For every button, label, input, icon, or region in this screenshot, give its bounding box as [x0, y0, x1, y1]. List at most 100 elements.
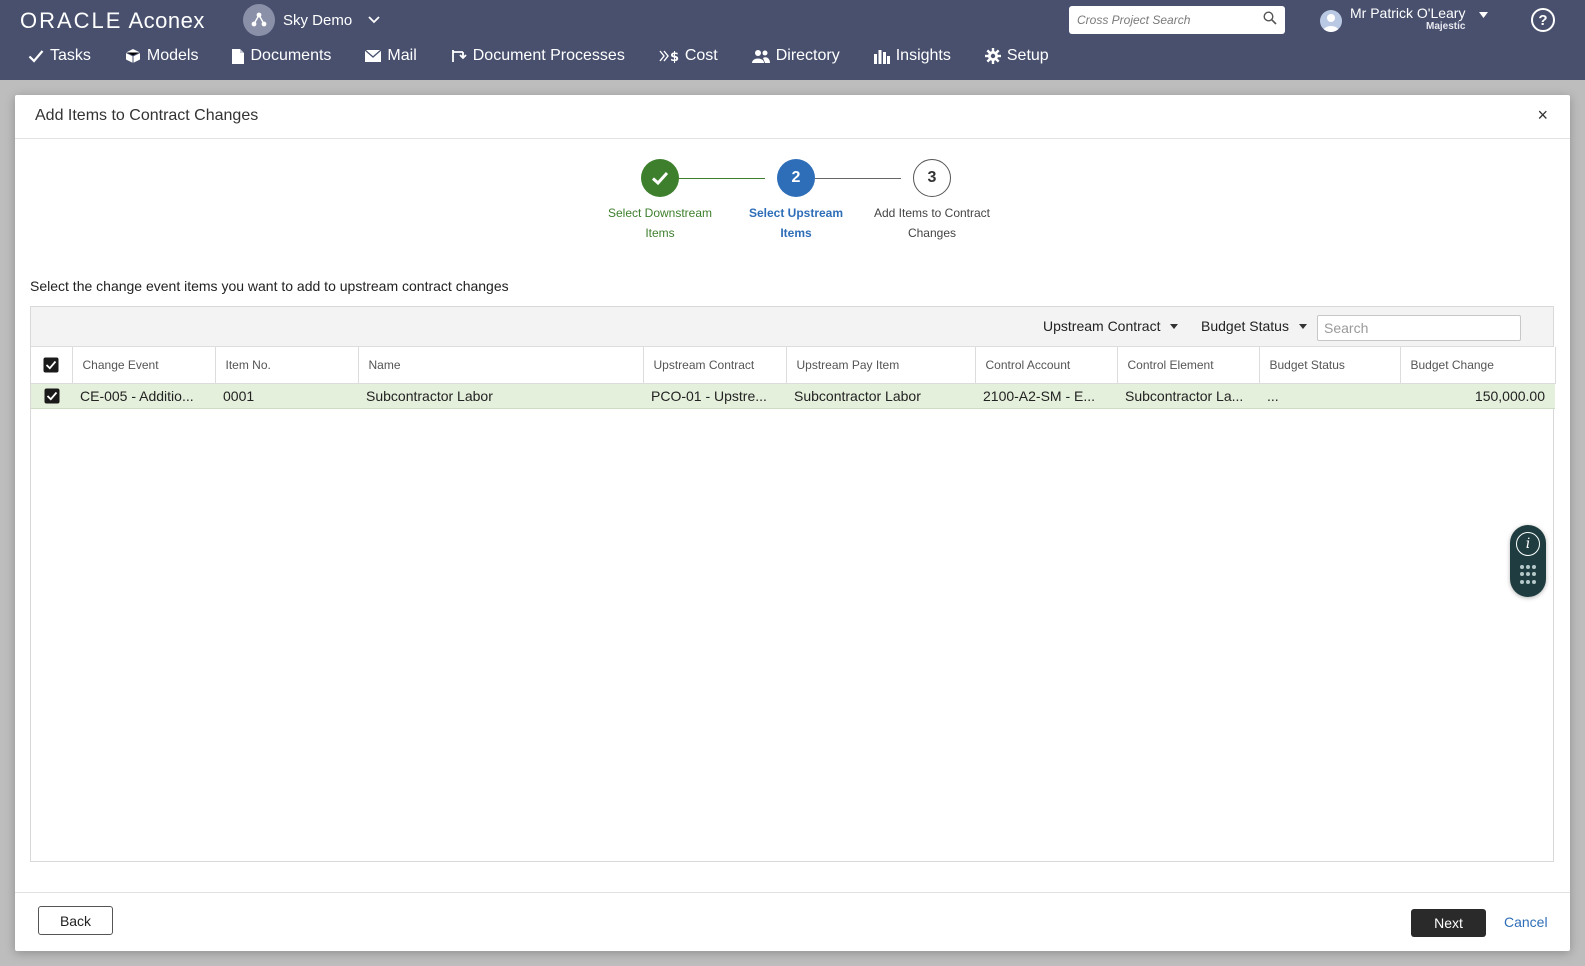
budget-status-filter-label: Budget Status: [1201, 318, 1289, 334]
project-network-icon: [243, 4, 275, 36]
checkbox-checked-icon: [43, 357, 59, 373]
step-3-label-line2: Changes: [907, 226, 957, 240]
cost-icon: $: [659, 49, 679, 63]
user-name: Mr Patrick O'Leary: [1350, 5, 1466, 21]
select-all-checkbox[interactable]: [31, 347, 73, 384]
document-icon: [232, 48, 245, 64]
cell-control-account: 2100-A2-SM - E...: [975, 383, 1117, 409]
nav-setup[interactable]: Setup: [984, 44, 1049, 68]
table-header-row: Change Event Item No. Name Upstream Cont…: [31, 347, 1556, 384]
nav-mail[interactable]: Mail: [365, 44, 417, 68]
cell-budget-status: ...: [1259, 383, 1400, 409]
info-icon[interactable]: i: [1516, 532, 1540, 556]
envelope-icon: [365, 50, 382, 62]
user-avatar-icon: [1320, 10, 1342, 32]
checkbox-checked-icon: [44, 388, 59, 404]
user-menu[interactable]: Mr Patrick O'Leary Majestic: [1320, 5, 1489, 32]
column-header-upstream-pay-item[interactable]: Upstream Pay Item: [786, 347, 976, 384]
cell-budget-change: 150,000.00: [1400, 383, 1555, 409]
bar-chart-icon: [873, 49, 890, 64]
grid-toolbar: Upstream Contract Budget Status: [31, 307, 1553, 347]
caret-down-icon: [1479, 10, 1489, 21]
step-3-label-line1: Add Items to Contract: [873, 206, 991, 220]
next-button[interactable]: Next: [1411, 909, 1486, 937]
checkmark-icon: [641, 159, 679, 197]
step-2-label-line1: Select Upstream: [748, 206, 844, 220]
dialog-footer: Back Next Cancel: [15, 892, 1570, 951]
nav-document-processes[interactable]: Document Processes: [451, 44, 625, 68]
workflow-icon: [451, 48, 467, 64]
nav-models[interactable]: Models: [125, 44, 199, 68]
instruction-text: Select the change event items you want t…: [30, 278, 509, 294]
help-icon[interactable]: ?: [1531, 8, 1555, 32]
nav-mail-label: Mail: [387, 47, 417, 64]
nav-directory[interactable]: Directory: [751, 44, 840, 68]
nav-cost[interactable]: $ Cost: [659, 44, 718, 68]
budget-status-filter[interactable]: Budget Status: [1201, 318, 1307, 334]
table-row[interactable]: CE-005 - Additio... 0001 Subcontractor L…: [31, 383, 1555, 409]
upstream-contract-filter-label: Upstream Contract: [1043, 318, 1161, 334]
nav-documents[interactable]: Documents: [232, 44, 331, 68]
cell-upstream-contract: PCO-01 - Upstre...: [643, 383, 786, 409]
dialog-header: Add Items to Contract Changes ×: [15, 95, 1570, 139]
step-select-downstream: Select Downstream Items: [590, 159, 730, 243]
caret-down-icon: [1170, 323, 1179, 329]
cell-item-no: 0001: [215, 383, 358, 409]
column-header-item-no[interactable]: Item No.: [215, 347, 359, 384]
nav-cost-label: Cost: [684, 47, 718, 64]
gear-icon: [984, 48, 1001, 64]
upstream-contract-filter[interactable]: Upstream Contract: [1043, 318, 1179, 334]
people-icon: [751, 49, 770, 63]
grid-search: [1317, 315, 1521, 341]
grid-search-input[interactable]: [1318, 316, 1520, 340]
cancel-link[interactable]: Cancel: [1504, 914, 1548, 930]
dialog-title: Add Items to Contract Changes: [35, 107, 259, 124]
column-header-name[interactable]: Name: [358, 347, 644, 384]
project-name: Sky Demo: [283, 11, 353, 29]
chevron-down-icon: [368, 13, 380, 27]
search-icon[interactable]: [1263, 10, 1277, 30]
column-header-control-account[interactable]: Control Account: [975, 347, 1118, 384]
nav-tasks-label: Tasks: [50, 47, 91, 64]
caret-down-icon: [1298, 323, 1307, 329]
brand-aconex: Aconex: [128, 8, 205, 33]
step-select-upstream: 2 Select Upstream Items: [726, 159, 866, 243]
nav-tasks[interactable]: Tasks: [28, 44, 91, 68]
drag-handle-icon[interactable]: [1520, 565, 1536, 585]
column-header-budget-status[interactable]: Budget Status: [1259, 347, 1401, 384]
nav-document-processes-label: Document Processes: [472, 47, 625, 64]
main-navigation: Tasks Models Documents Mail Document Pro…: [28, 44, 1083, 68]
cell-name: Subcontractor Labor: [358, 383, 643, 409]
svg-text:$: $: [670, 50, 679, 63]
check-icon: [28, 49, 44, 63]
app-header: ORACLEAconex Sky Demo Mr Patrick O'Leary…: [0, 0, 1585, 80]
items-table: Change Event Item No. Name Upstream Cont…: [31, 347, 1556, 409]
add-items-dialog: Add Items to Contract Changes × Select D…: [15, 95, 1570, 951]
step-2-label-line2: Items: [780, 226, 812, 240]
step-1-label-line2: Items: [645, 226, 675, 240]
column-header-budget-change[interactable]: Budget Change: [1400, 347, 1556, 384]
nav-models-label: Models: [146, 47, 199, 64]
close-icon[interactable]: ×: [1537, 106, 1548, 124]
wizard-stepper: Select Downstream Items 2 Select Upstrea…: [15, 139, 1570, 259]
cell-control-element: Subcontractor La...: [1117, 383, 1259, 409]
step-3-number: 3: [913, 159, 951, 197]
oracle-aconex-logo[interactable]: ORACLE Aconex: [20, 8, 205, 34]
nav-insights[interactable]: Insights: [873, 44, 951, 68]
assistant-widget[interactable]: i: [1510, 525, 1546, 597]
nav-insights-label: Insights: [895, 47, 951, 64]
column-header-upstream-contract[interactable]: Upstream Contract: [643, 347, 787, 384]
back-button[interactable]: Back: [38, 906, 113, 935]
step-add-items: 3 Add Items to Contract Changes: [862, 159, 1002, 243]
cross-project-search-input[interactable]: [1077, 13, 1247, 27]
column-header-change-event[interactable]: Change Event: [72, 347, 216, 384]
nav-setup-label: Setup: [1006, 47, 1049, 64]
cube-icon: [125, 48, 141, 64]
project-switcher[interactable]: Sky Demo: [243, 4, 380, 36]
nav-documents-label: Documents: [250, 47, 332, 64]
step-1-label-line1: Select Downstream: [607, 206, 713, 220]
column-header-control-element[interactable]: Control Element: [1117, 347, 1260, 384]
row-checkbox[interactable]: [31, 383, 72, 409]
items-grid: Upstream Contract Budget Status Cha: [30, 306, 1556, 862]
cross-project-search: [1069, 6, 1285, 34]
